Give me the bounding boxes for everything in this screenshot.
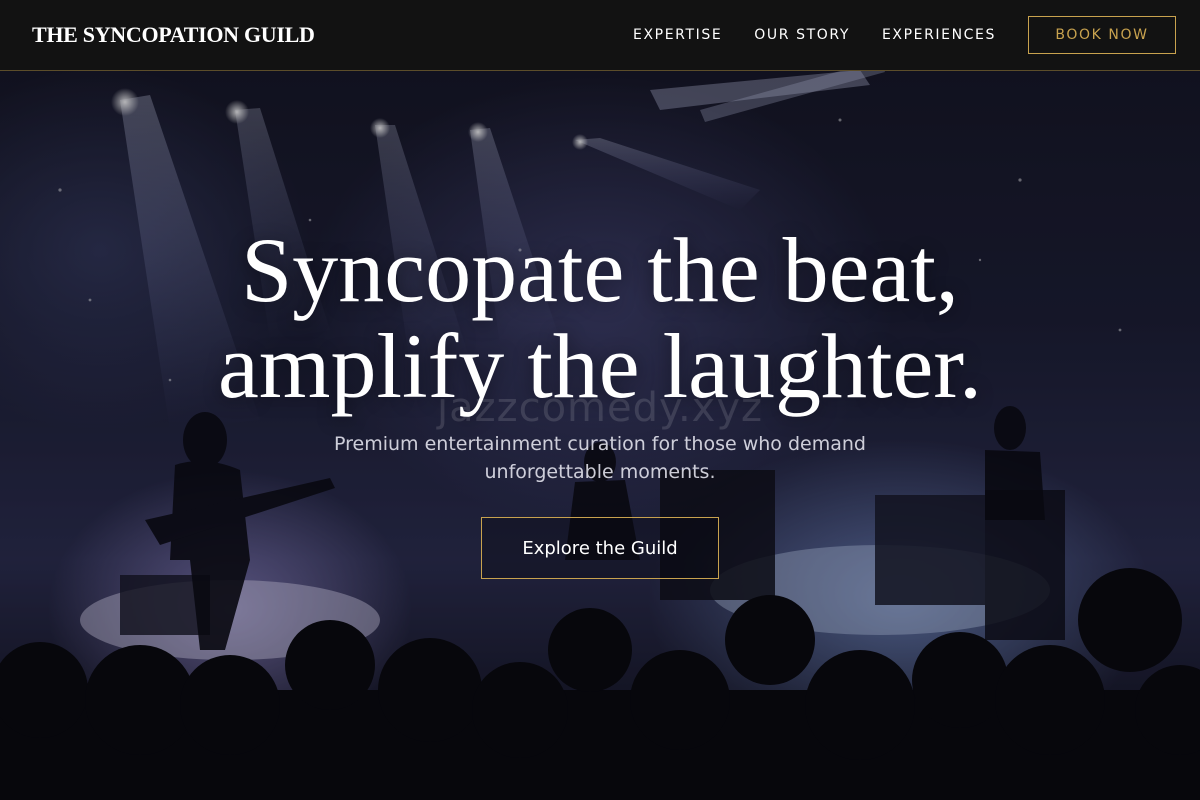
book-now-button[interactable]: BOOK NOW xyxy=(1028,16,1176,54)
hero-subheading: Premium entertainment curation for those… xyxy=(334,433,866,483)
hero-headline: Syncopate the beat, amplify the laughter… xyxy=(0,222,1200,414)
brand-logo-text[interactable]: THE SYNCOPATION GUILD xyxy=(32,22,315,48)
explore-guild-button[interactable]: Explore the Guild xyxy=(481,517,719,579)
nav-link-experiences[interactable]: EXPERIENCES xyxy=(882,27,996,43)
main-nav: EXPERTISE OUR STORY EXPERIENCES BOOK NOW xyxy=(633,16,1176,54)
nav-link-expertise[interactable]: EXPERTISE xyxy=(633,27,722,43)
hero-headline-line-2: amplify the laughter. xyxy=(218,315,982,417)
nav-link-our-story[interactable]: OUR STORY xyxy=(754,27,850,43)
hero-section: jazzcomedy.xyz Syncopate the beat, ampli… xyxy=(0,0,1200,800)
hero-headline-line-1: Syncopate the beat, xyxy=(241,219,959,321)
site-header: THE SYNCOPATION GUILD EXPERTISE OUR STOR… xyxy=(0,0,1200,71)
